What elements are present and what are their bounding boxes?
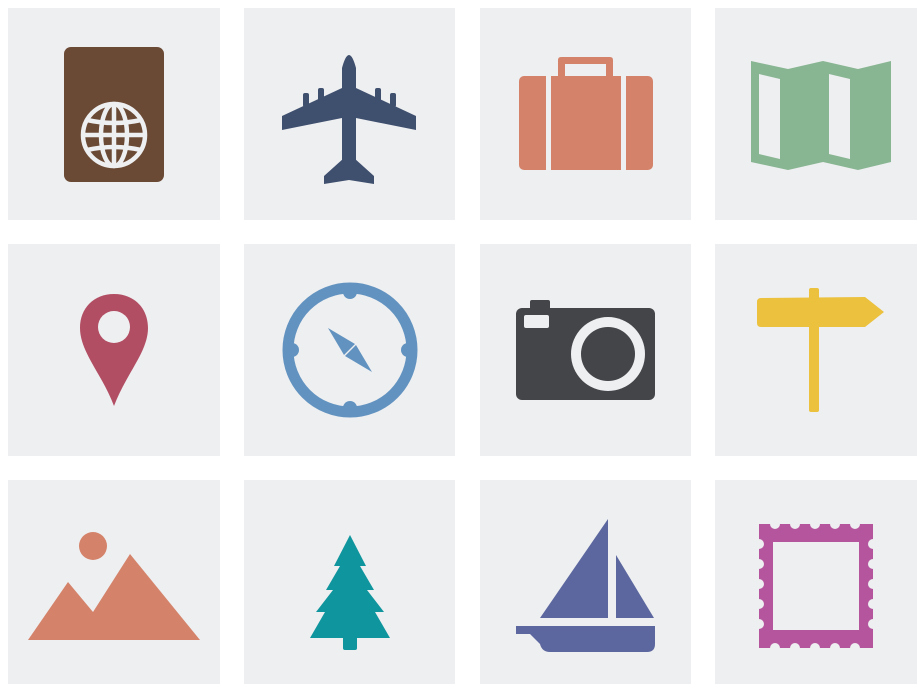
tile-stamp [715, 480, 917, 684]
tree-icon [310, 535, 390, 650]
airplane-icon [282, 55, 416, 184]
mountains-icon [28, 532, 200, 640]
tile-tree [244, 480, 455, 684]
tile-airplane [244, 8, 455, 220]
map-icon [751, 61, 891, 170]
travel-icon-grid [0, 0, 917, 684]
compass-icon [282, 282, 418, 418]
tile-sailboat [480, 480, 691, 684]
suitcase-icon [519, 57, 653, 170]
camera-icon [516, 300, 655, 400]
tile-passport [8, 8, 220, 220]
tile-compass [244, 244, 455, 456]
sailboat-icon [516, 519, 655, 652]
location-pin-icon [80, 294, 148, 406]
tile-suitcase [480, 8, 691, 220]
tile-mountains [8, 480, 220, 684]
tile-signpost [715, 244, 917, 456]
signpost-icon [757, 288, 884, 412]
tile-location-pin [8, 244, 220, 456]
passport-icon [64, 47, 164, 182]
tile-camera [480, 244, 691, 456]
tile-map [715, 8, 917, 220]
stamp-icon [759, 524, 873, 648]
